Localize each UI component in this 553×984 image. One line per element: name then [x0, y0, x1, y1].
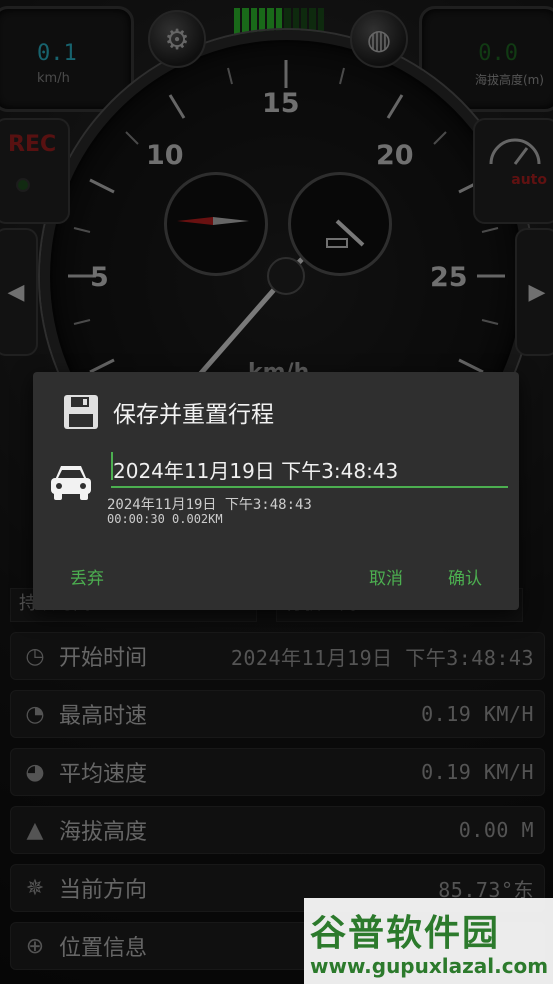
cancel-button[interactable]: 取消	[369, 564, 403, 589]
trip-start-info: 2024年11月19日 下午3:48:43	[107, 497, 312, 513]
text-cursor	[111, 452, 113, 480]
dialog-header: 保存并重置行程	[63, 394, 274, 430]
car-icon	[51, 466, 91, 500]
discard-button[interactable]: 丢弃	[70, 564, 104, 589]
save-trip-dialog: 保存并重置行程 2024年11月19日 下午3:48:43 00:00:30 0…	[33, 372, 519, 610]
trip-summary-info: 00:00:30 0.002KM	[107, 512, 223, 526]
dialog-title: 保存并重置行程	[113, 402, 274, 428]
confirm-button[interactable]: 确认	[448, 564, 482, 589]
watermark-url: www.gupuxlazal.com	[310, 954, 549, 978]
trip-name-field[interactable]	[111, 452, 510, 488]
watermark-title: 谷普软件园	[310, 913, 501, 954]
save-icon	[64, 395, 98, 429]
watermark: 谷普软件园 www.gupuxlazal.com	[304, 898, 553, 984]
trip-name-input[interactable]	[111, 452, 510, 486]
